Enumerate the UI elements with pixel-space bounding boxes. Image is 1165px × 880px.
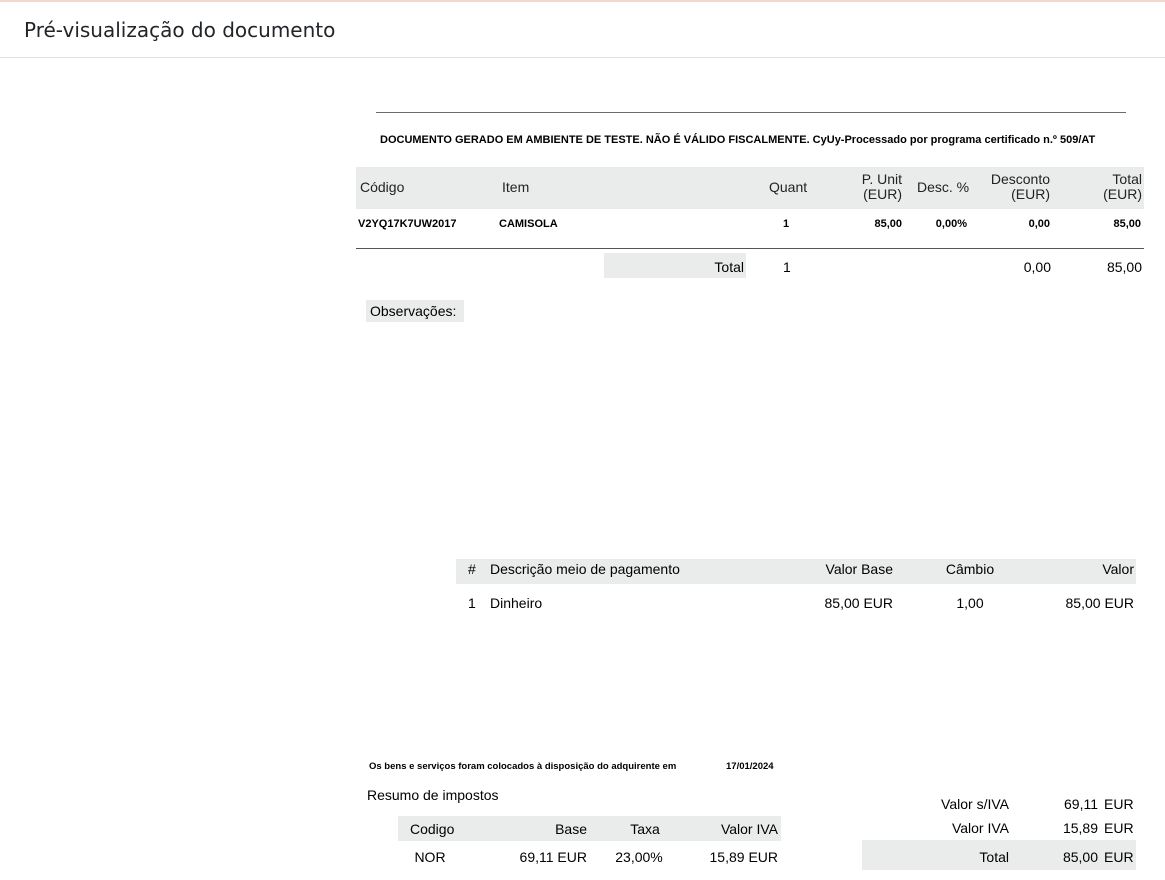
summary-vat-label: Valor IVA [951,820,1009,836]
totals-label: Total [714,259,744,275]
header-item: Item [502,179,530,195]
payments-header-description: Descrição meio de pagamento [490,561,680,577]
tax-header-vat: Valor IVA [720,821,778,837]
header-total: Total (EUR) [1103,171,1142,202]
document-preview: DOCUMENTO GERADO EM AMBIENTE DE TESTE. N… [0,58,1165,880]
item-quantity: 1 [782,218,790,230]
items-totals-divider [356,248,1144,249]
totals-discount: 0,00 [1023,259,1051,275]
tax-header-base: Base [555,821,587,837]
header-code: Código [360,179,405,195]
payment-description: Dinheiro [490,595,543,611]
header-quantity: Quant [769,179,808,195]
payments-header-exchange: Câmbio [945,561,995,577]
payment-value: 85,00 EUR [1065,595,1134,611]
payment-number: 1 [468,595,476,611]
payments-header-base-value: Valor Base [825,561,893,577]
summary-total-value: 85,00 [1062,849,1098,865]
summary-net-currency: EUR [1104,796,1134,812]
tax-row-rate: 23,00% [615,849,663,865]
test-environment-notice: DOCUMENTO GERADO EM AMBIENTE DE TESTE. N… [380,134,1096,146]
item-discount: 0,00 [1028,218,1050,230]
totals-amount: 85,00 [1106,259,1142,275]
item-total: 85,00 [1113,218,1141,230]
tax-row-base: 69,11 EUR [519,849,587,865]
header-discount-percent: Desc. % [917,179,970,195]
document-preview-modal: Pré-visualização do documento DOCUMENTO … [0,0,1165,880]
modal-header: Pré-visualização do documento [0,2,1165,58]
availability-text: Os bens e serviços foram colocados à dis… [369,761,677,772]
summary-net-label: Valor s/IVA [941,796,1009,812]
summary-net-value: 69,11 [1064,796,1098,812]
tax-summary-title: Resumo de impostos [367,787,499,803]
item-unit-price: 85,00 [874,218,902,230]
availability-date: 17/01/2024 [726,761,774,772]
tax-row-code: NOR [414,849,446,865]
tax-header-rate: Taxa [630,821,660,837]
payments-header-value: Valor [1102,561,1134,577]
header-discount: Desconto (EUR) [990,171,1050,202]
summary-total-label: Total [979,849,1009,865]
totals-quantity: 1 [783,259,791,275]
item-name: CAMISOLA [499,218,558,230]
tax-header-code: Codigo [410,821,455,837]
observations-label: Observações: [370,303,457,319]
payment-exchange: 1,00 [956,595,984,611]
payment-base-value: 85,00 EUR [824,595,893,611]
summary-vat-value: 15,89 [1062,820,1098,836]
tax-row-vat: 15,89 EUR [709,849,778,865]
modal-title: Pré-visualização do documento [24,18,336,42]
item-code: V2YQ17K7UW2017 [358,218,457,230]
summary-vat-currency: EUR [1104,820,1134,836]
summary-total-currency: EUR [1104,849,1134,865]
top-divider [376,112,1126,113]
payments-header-number: # [468,561,476,577]
header-unit-price: P. Unit (EUR) [861,171,902,202]
item-discount-percent: 0,00% [935,218,967,230]
